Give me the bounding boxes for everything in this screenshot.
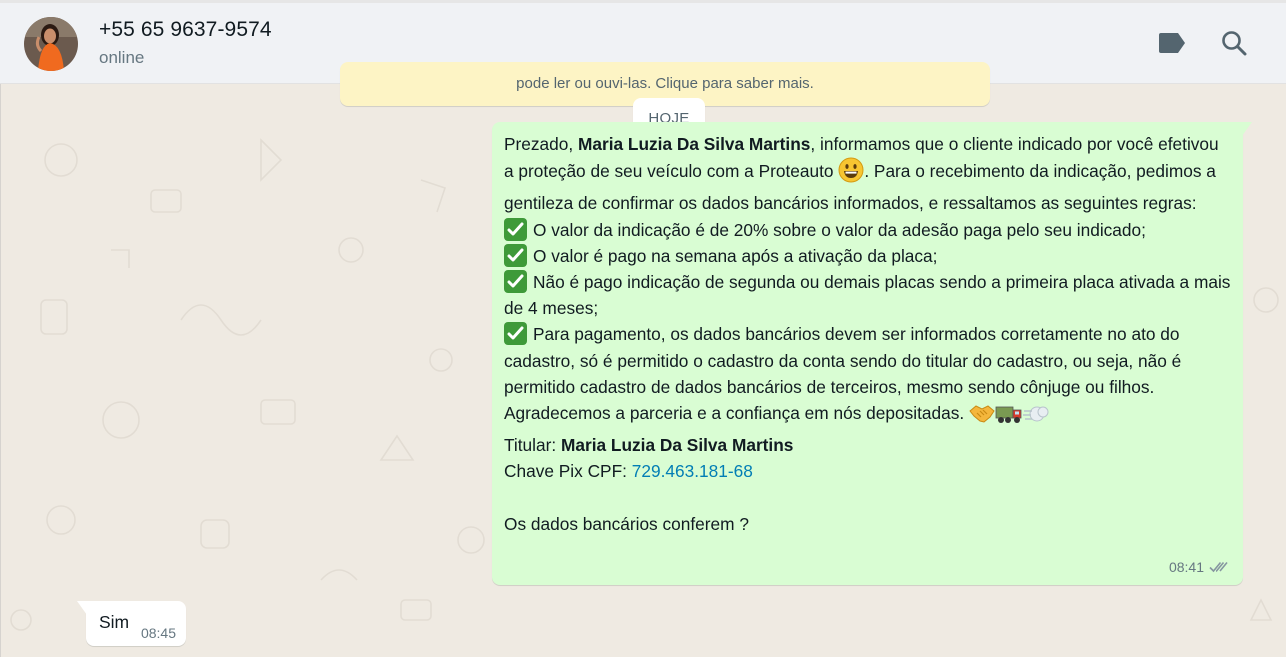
handshake-icon	[969, 401, 995, 432]
holder-name: Maria Luzia Da Silva Martins	[560, 435, 794, 456]
dash-icon	[1022, 403, 1049, 432]
rule-item: O valor da indicação é de 20% sobre o va…	[504, 217, 1231, 243]
contact-avatar[interactable]	[24, 17, 78, 71]
label-icon	[1159, 33, 1185, 53]
bubble-tail	[1242, 122, 1252, 136]
recipient-name: Maria Luzia Da Silva Martins	[577, 134, 811, 154]
message-time: 08:45	[140, 625, 176, 641]
check-mark-icon	[504, 217, 527, 241]
encryption-notice-text: pode ler ou ouvi-las. Clique para saber …	[516, 75, 814, 92]
check-mark-icon	[504, 243, 527, 267]
label-button[interactable]	[1158, 29, 1186, 57]
truck-icon	[995, 403, 1023, 432]
pix-line: Chave Pix CPF: 729.463.181-68	[504, 461, 753, 482]
bubble-tail	[77, 601, 87, 615]
rule-item: O valor é pago na semana após a ativação…	[504, 243, 1231, 269]
rule-item: Não é pago indicação de segunda ou demai…	[504, 270, 1231, 319]
pix-cpf-link[interactable]: 729.463.181-68	[632, 461, 753, 481]
search-button[interactable]	[1220, 29, 1248, 57]
incoming-message-bubble[interactable]: Sim 08:45	[77, 601, 186, 646]
message-time: 08:41	[1168, 558, 1204, 575]
grinning-face-icon	[838, 157, 864, 190]
check-mark-icon	[504, 322, 527, 346]
holder-line: Titular: Maria Luzia Da Silva Martins	[504, 435, 794, 456]
header-actions	[1158, 29, 1248, 57]
double-check-icon	[1209, 561, 1228, 573]
thanks-line: Agradecemos a parceria e a confiança em …	[504, 400, 1231, 432]
search-icon	[1222, 31, 1247, 56]
message-intro: Prezado, Maria Luzia Da Silva Martins, i…	[504, 134, 1219, 214]
question-line: Os dados bancários conferem ?	[504, 513, 749, 534]
rule-item: Para pagamento, os dados bancários devem…	[504, 322, 1182, 397]
incoming-message-text: Sim	[99, 612, 130, 632]
check-mark-icon	[504, 270, 527, 294]
outgoing-message-bubble[interactable]: Prezado, Maria Luzia Da Silva Martins, i…	[492, 122, 1252, 585]
message-meta: 08:41	[1169, 554, 1229, 580]
contact-name: +55 65 9637-9574	[99, 18, 272, 41]
